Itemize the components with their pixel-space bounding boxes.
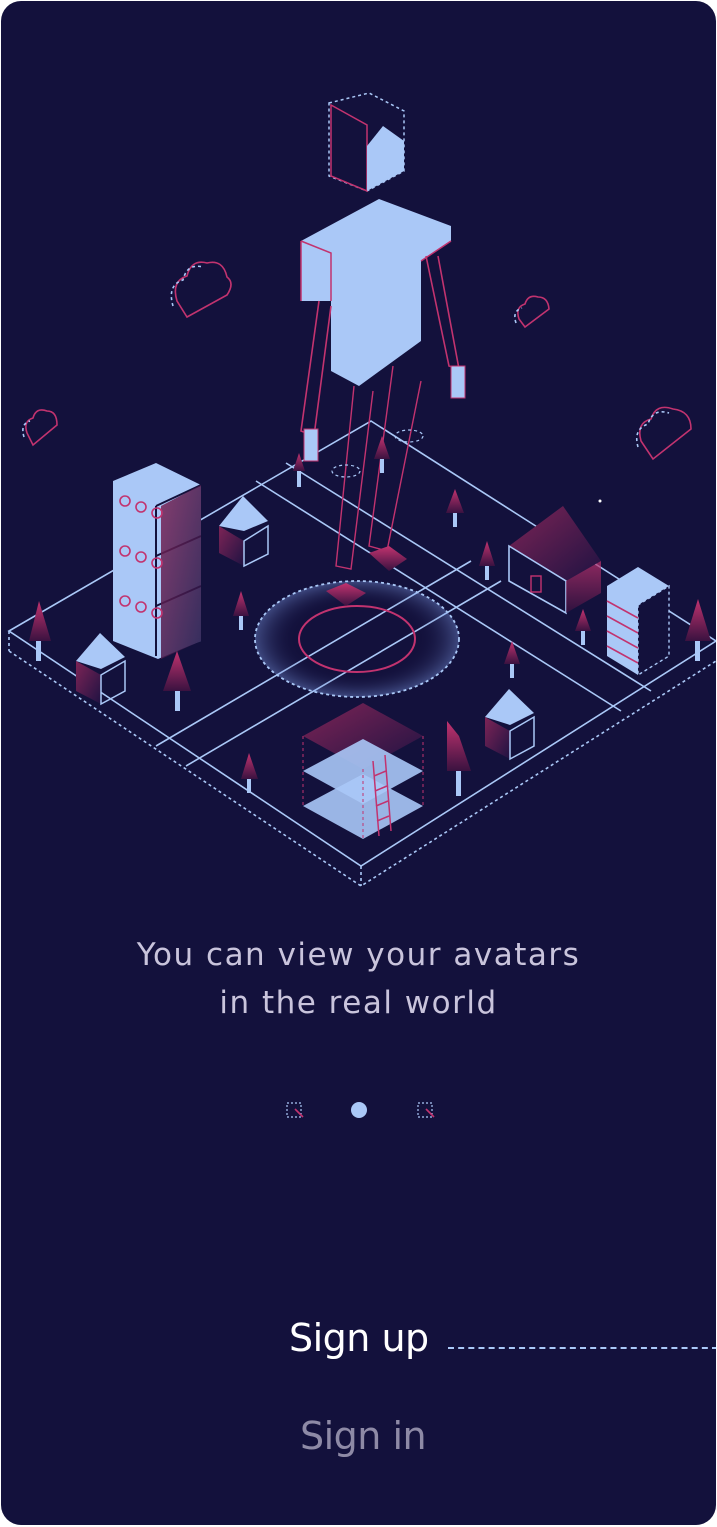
sign-up-dashed-line [448,1347,716,1349]
right-tower [606,567,670,677]
house-left-bottom [76,633,126,706]
house-right-large [508,506,601,615]
page-dot-3-icon[interactable] [416,1101,440,1121]
caption-line-1: You can view your avatars [136,937,581,973]
page-indicator [1,1095,716,1125]
page-dot-1-icon[interactable] [285,1101,309,1121]
isometric-city-avatar-illustration [7,92,716,887]
sign-in-button[interactable]: Sign in [300,1414,427,1458]
onboarding-screen: You can view your avatars in the real wo… [1,1,716,1525]
avatar-figure [300,92,466,606]
page-dot-2-active-icon[interactable] [348,1100,370,1122]
left-apartment-stack [113,463,202,659]
caption-line-2: in the real world [219,985,498,1021]
house-right-small [485,689,535,761]
sign-up-button[interactable]: Sign up [289,1316,429,1360]
center-layered-building [302,703,424,839]
onboarding-caption: You can view your avatars in the real wo… [1,931,716,1027]
house-left-top [219,496,269,568]
